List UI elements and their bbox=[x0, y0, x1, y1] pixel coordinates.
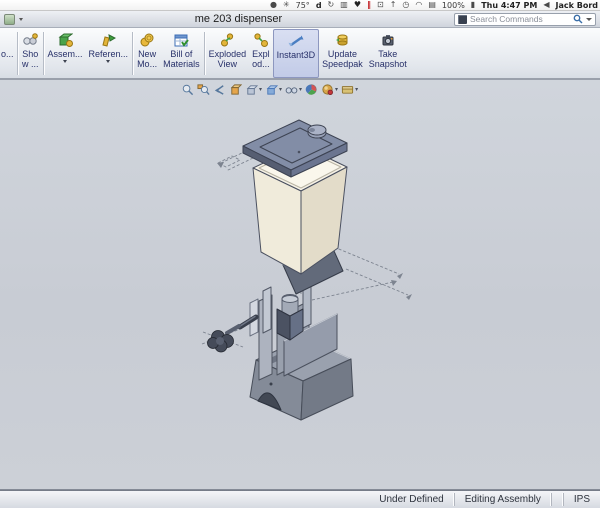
knob-part bbox=[208, 326, 240, 352]
temperature-label: 75° bbox=[296, 1, 310, 10]
wifi-icon[interactable]: ◠ bbox=[415, 1, 422, 9]
reference-icon bbox=[100, 31, 116, 48]
app-icon[interactable] bbox=[4, 14, 15, 25]
bill-of-materials-button[interactable]: Bill of Materials bbox=[160, 29, 203, 78]
exploded-assembly-model[interactable] bbox=[0, 80, 600, 489]
battery-percent[interactable]: 100% bbox=[442, 1, 465, 10]
new-motion-study-button[interactable]: New Mo... bbox=[134, 29, 160, 78]
toolbar-separator bbox=[17, 32, 18, 75]
menu-clock[interactable]: Thu 4:47 PM bbox=[481, 1, 537, 10]
show-components-icon bbox=[22, 31, 38, 48]
search-icon[interactable] bbox=[573, 14, 583, 24]
input-source-icon[interactable]: ▤ bbox=[428, 1, 436, 9]
volume-icon[interactable]: ◀ bbox=[543, 1, 549, 9]
reference-button[interactable]: Referen... bbox=[86, 29, 132, 78]
solidworks-search-icon bbox=[458, 15, 467, 24]
editing-mode-status: Editing Assembly bbox=[454, 493, 551, 506]
toolbar-separator bbox=[204, 32, 205, 75]
sync-icon[interactable]: ↻ bbox=[328, 1, 335, 9]
assembly-dropdown-icon[interactable] bbox=[63, 60, 67, 63]
explode-line-sketch-icon bbox=[253, 31, 269, 48]
exploded-view-button[interactable]: Exploded View bbox=[206, 29, 250, 78]
d-menu-item[interactable]: d bbox=[316, 1, 322, 10]
display-icon[interactable]: ⊡ bbox=[377, 1, 384, 9]
constraint-status: Under Defined bbox=[369, 493, 453, 506]
bill-of-materials-icon bbox=[173, 31, 189, 48]
explode-line-sketch-button[interactable]: Expl od... bbox=[249, 29, 273, 78]
assembly-icon bbox=[57, 31, 73, 48]
search-input[interactable]: Search Commands bbox=[470, 14, 570, 24]
parallels-icon[interactable]: ‖ bbox=[367, 1, 371, 9]
solidworks-window: ● ✳ 75° d ↻ ▥ ♥ ‖ ⊡ ↑ ◷ ◠ ▤ 100% ▮ Thu 4… bbox=[0, 0, 600, 508]
status-spacer bbox=[551, 493, 563, 506]
take-snapshot-icon bbox=[380, 31, 396, 48]
exploded-view-icon bbox=[219, 31, 235, 48]
toolbar-separator bbox=[132, 32, 133, 75]
update-speedpak-button[interactable]: Update Speedpak bbox=[319, 29, 366, 78]
shield-icon[interactable]: ♥ bbox=[354, 1, 361, 9]
update-speedpak-icon bbox=[334, 31, 350, 48]
keyboard-battery-icon[interactable]: ▥ bbox=[340, 1, 348, 9]
timemachine-icon[interactable]: ◷ bbox=[402, 1, 409, 9]
battery-icon[interactable]: ▮ bbox=[471, 1, 475, 9]
search-commands-box[interactable]: Search Commands bbox=[454, 13, 596, 26]
title-bar: me 203 dispenser Search Commands bbox=[0, 11, 600, 28]
document-title: me 203 dispenser bbox=[23, 13, 454, 25]
drop-icon[interactable]: ● bbox=[270, 1, 277, 9]
take-snapshot-button[interactable]: Take Snapshot bbox=[366, 29, 410, 78]
user-menu[interactable]: Jack Bord bbox=[556, 1, 599, 10]
command-manager: o... Sho w ... Assem bbox=[0, 28, 600, 80]
status-bar: Under Defined Editing Assembly IPS bbox=[0, 491, 600, 508]
graphics-area[interactable]: ▾ ▾ ▾ ▾ ▾ bbox=[0, 80, 600, 489]
fan-icon[interactable]: ✳ bbox=[283, 1, 290, 9]
search-caret-icon[interactable] bbox=[586, 18, 592, 21]
unit-system-status[interactable]: IPS bbox=[563, 493, 600, 506]
mac-menu-bar: ● ✳ 75° d ↻ ▥ ♥ ‖ ⊡ ↑ ◷ ◠ ▤ 100% ▮ Thu 4… bbox=[0, 0, 600, 11]
instant3d-icon bbox=[287, 32, 305, 49]
reference-dropdown-icon[interactable] bbox=[106, 60, 110, 63]
new-motion-study-icon bbox=[139, 31, 155, 48]
show-components-button[interactable]: Sho w ... bbox=[19, 29, 42, 78]
instant3d-button[interactable]: Instant3D bbox=[273, 29, 320, 78]
upload-icon[interactable]: ↑ bbox=[390, 1, 397, 9]
cutoff-button[interactable]: o... bbox=[0, 29, 16, 78]
assembly-button[interactable]: Assem... bbox=[45, 29, 86, 78]
toolbar-separator bbox=[43, 32, 44, 75]
